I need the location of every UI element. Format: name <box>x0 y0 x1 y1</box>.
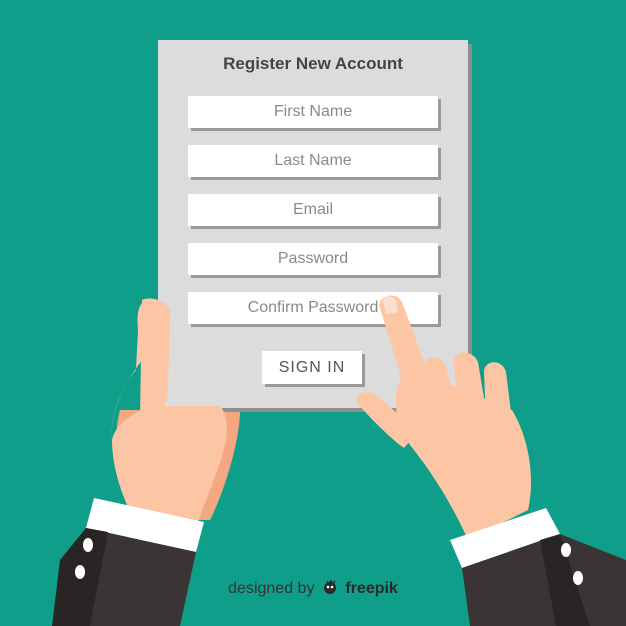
illustration-scene: Register New Account SIGN IN <box>0 0 626 626</box>
right-hand <box>356 295 626 626</box>
hands-foreground <box>52 295 626 626</box>
credit-prefix: designed by <box>228 580 315 597</box>
credit-line: designed by freepik <box>0 578 626 598</box>
credit-brand[interactable]: freepik <box>345 580 397 597</box>
left-hand <box>52 298 227 626</box>
freepik-logo-icon <box>323 579 336 594</box>
